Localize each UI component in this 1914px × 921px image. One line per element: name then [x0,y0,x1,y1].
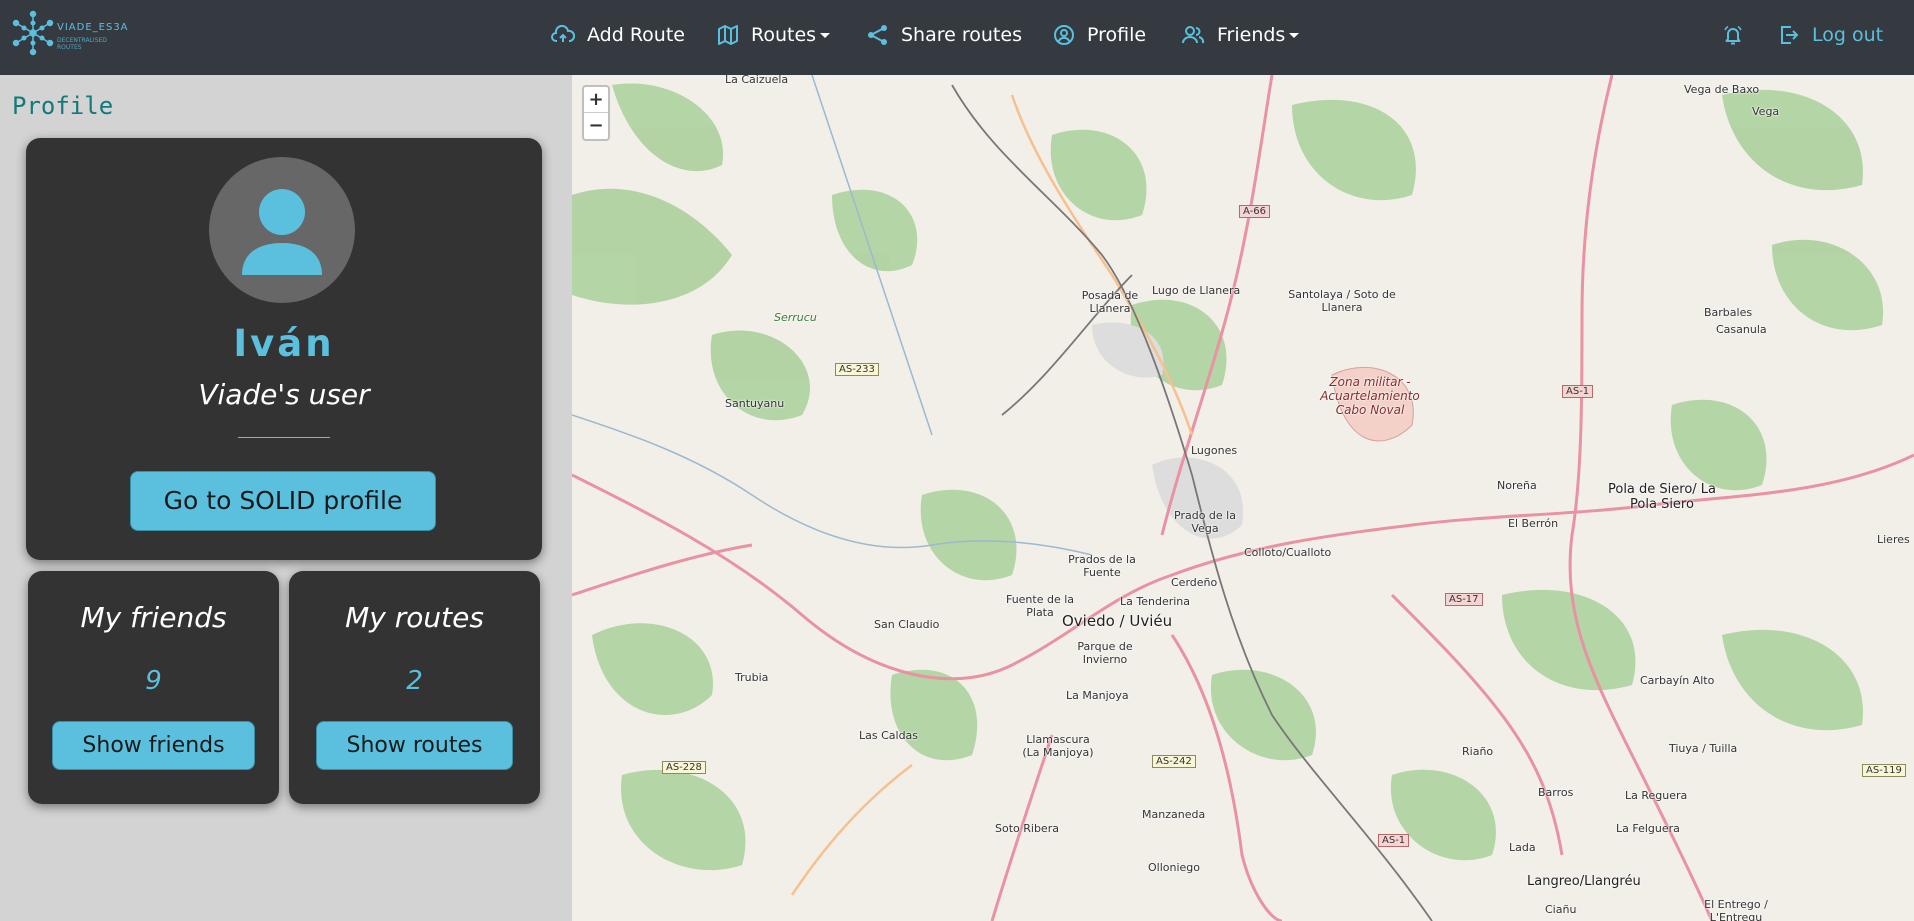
nav-share-routes-label: Share routes [901,24,1022,46]
map-label: Barros [1538,786,1574,799]
friends-card: My friends 9 Show friends [28,571,279,804]
cloud-upload-icon [551,24,575,42]
nav-add-route[interactable]: Add Route [551,20,685,50]
map-label: Olloniego [1148,861,1201,874]
map-label: La Reguera [1625,789,1688,802]
map-label: Vega [1752,105,1780,118]
map-label: Santuyanu [725,397,785,410]
map-label: Cerdeño [1171,576,1218,589]
show-friends-button[interactable]: Show friends [52,721,255,770]
profile-sidebar: Profile Iván Viade's user Go to SOLID pr… [0,75,572,921]
logout-icon [1781,26,1799,44]
road-shield: AS-233 [835,363,879,376]
road-shield: AS-1 [1378,834,1410,847]
map-label: Lieres [1877,533,1910,546]
map-label: Prados de la Fuente [1068,553,1136,579]
map-label: Posada de Llanera [1081,289,1139,315]
map-label: La Caizuela [725,75,789,86]
road-shield: AS-228 [662,761,706,774]
map-label: Casanula [1716,323,1767,336]
map-view[interactable]: + − La Caizuela Vega de Baxo Vega Posada… [572,75,1914,921]
brand-tagline: DECENTRALISED ROUTES [57,37,107,51]
map-label: Oviedo / Uviéu [1062,612,1173,630]
nav-routes-label: Routes [751,24,817,46]
map-label: La Manjoya [1066,689,1129,702]
map-label: Llamascura (La Manjoya) [1022,733,1094,759]
map-label: Lugones [1191,444,1238,457]
notifications-button[interactable] [1722,20,1756,50]
map-label: San Claudio [874,618,940,631]
solid-profile-button[interactable]: Go to SOLID profile [130,471,436,531]
map-label: Trubia [735,671,769,684]
map-label: Barbales [1704,306,1753,319]
map-icon [718,25,738,45]
map-label: Tiuya / Tuilla [1669,742,1738,755]
map-label: La Tenderina [1120,595,1190,608]
user-name: Iván [233,322,335,365]
map-label: Colloto/Cualloto [1244,546,1332,559]
nav-share-routes[interactable]: Share routes [867,20,1022,50]
nav-profile[interactable]: Profile [1053,20,1146,50]
zoom-out-button[interactable]: − [584,113,608,139]
nav-profile-label: Profile [1087,24,1147,46]
friends-count: 9 [145,666,162,696]
map-label: El Berrón [1508,517,1559,530]
brand-name: VIADE_ES3A [57,22,129,33]
user-subtitle: Viade's user [198,378,370,411]
map-label: Riaño [1462,745,1494,758]
map-label: Vega de Baxo [1684,83,1760,96]
map-label: Soto Ribera [995,822,1059,835]
map-label: Zona militar - Acuartelamiento Cabo Nova… [1320,375,1420,417]
share-icon [868,25,887,45]
nav-logout-label: Log out [1812,24,1884,46]
road-shield: AS-119 [1862,764,1906,777]
zoom-control: + − [582,85,610,141]
road-shield: AS-242 [1152,755,1196,768]
map-label: Santolaya / Soto de Llanera [1288,288,1396,314]
routes-card: My routes 2 Show routes [289,571,540,804]
road-shield: AS-17 [1445,593,1483,606]
map-label: Las Caldas [859,729,919,742]
snowflake-logo-icon [12,10,54,56]
map-label: Serrucu [774,311,817,324]
zoom-in-button[interactable]: + [584,87,608,113]
map-label: Noreña [1497,479,1537,492]
top-navbar: VIADE_ES3A DECENTRALISED ROUTES Add Rout… [0,0,1914,75]
nav-routes-dropdown[interactable]: Routes [717,20,831,50]
chevron-down-icon [1289,32,1300,38]
user-circle-icon [1054,25,1074,45]
nav-add-route-label: Add Route [587,24,685,46]
map-label: Lugo de Llanera [1152,284,1241,297]
map-label: El Entrego / L'Entregu [1704,898,1768,921]
map-label: Lada [1509,841,1536,854]
map-label: Langreo/Llangréu [1527,874,1641,889]
user-avatar-icon [242,189,322,275]
page-title: Profile [12,92,114,120]
map-label: Prado de la Vega [1174,509,1236,535]
nav-friends-dropdown[interactable]: Friends [1181,20,1300,50]
map-label: Ciañu [1545,903,1577,916]
map-label: La Felguera [1616,822,1680,835]
map-label: Carbayín Alto [1640,674,1715,687]
chevron-down-icon [820,32,831,38]
road-shield: A-66 [1239,205,1270,218]
routes-count: 2 [406,666,423,696]
nav-logout[interactable]: Log out [1778,20,1883,50]
map-label: Pola de Siero/ La Pola Siero [1607,482,1717,512]
nav-friends-label: Friends [1217,24,1286,46]
brand-logo[interactable]: VIADE_ES3A DECENTRALISED ROUTES [12,10,132,60]
divider [238,437,330,438]
road-shield: AS-1 [1562,385,1594,398]
bell-ringing-icon [1724,25,1742,45]
profile-card: Iván Viade's user Go to SOLID profile [26,138,542,560]
friends-card-title: My friends [80,601,227,634]
map-label: Manzaneda [1142,808,1206,821]
map-label: Parque de Invierno [1077,640,1133,666]
show-routes-button[interactable]: Show routes [316,721,513,770]
avatar [209,157,355,303]
routes-card-title: My routes [345,601,484,634]
users-icon [1182,26,1205,44]
